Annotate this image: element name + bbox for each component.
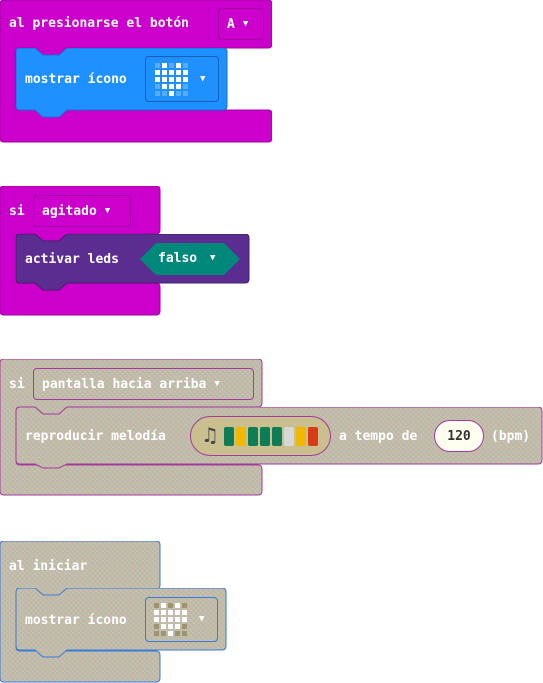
led-pixel — [161, 617, 166, 622]
shake-if-label: si — [9, 204, 25, 219]
led-pixel — [155, 62, 160, 68]
melody-note-bar — [296, 427, 306, 446]
led-pixel — [168, 624, 173, 629]
led-pixel — [168, 603, 173, 608]
led-pixel — [154, 631, 159, 636]
led-pixel — [168, 610, 173, 615]
gesture-value: agitado — [42, 203, 97, 219]
melody-note-bar — [260, 427, 270, 446]
led-pixel — [155, 76, 160, 82]
boolean-value: falso — [158, 251, 198, 266]
show-icon-block[interactable]: mostrar ícono ▼ — [16, 588, 228, 658]
led-pixel — [183, 83, 188, 89]
chevron-down-icon: ▼ — [200, 73, 206, 84]
led-pixel — [168, 617, 173, 622]
led-pixel — [162, 83, 167, 89]
led-pixel — [183, 76, 188, 82]
led-pixel — [161, 603, 166, 608]
led-pixel — [161, 631, 166, 636]
led-pixel — [169, 69, 174, 75]
led-pixel — [161, 624, 166, 629]
led-pixel — [169, 90, 174, 96]
tempo-input[interactable]: 120 — [434, 420, 484, 452]
led-pixel — [176, 90, 181, 96]
chevron-down-icon: ▼ — [242, 18, 249, 29]
led-pixel — [175, 631, 180, 636]
gesture-dropdown[interactable]: agitado ▼ — [33, 195, 131, 227]
button-pressed-event-block[interactable]: al presionarse el botón A ▼ mostrar ícon… — [0, 0, 272, 143]
gesture-value: pantalla hacia arriba — [42, 376, 207, 392]
boolean-false-dropdown[interactable]: falso ▼ — [140, 243, 240, 275]
melody-note-bar — [308, 427, 318, 446]
led-pixel — [162, 69, 167, 75]
enable-leds-block[interactable]: activar leds falso ▼ — [16, 234, 252, 292]
music-note-icon: ♫ — [201, 423, 219, 447]
chevron-down-icon: ▼ — [199, 614, 205, 624]
led-pixel — [182, 603, 187, 608]
led-pixel — [183, 90, 188, 96]
show-icon-block[interactable]: mostrar ícono ▼ — [16, 48, 228, 118]
led-pixel — [169, 62, 174, 68]
button-pressed-label: al presionarse el botón — [9, 16, 190, 31]
heart-icon — [155, 62, 188, 96]
show-icon-label: mostrar ícono — [25, 613, 127, 628]
icon-picker-dropdown[interactable]: ▼ — [145, 597, 218, 642]
melody-notes — [224, 427, 318, 446]
led-pixel — [168, 631, 173, 636]
show-icon-label: mostrar ícono — [25, 72, 127, 87]
enable-leds-label: activar leds — [25, 252, 119, 267]
heart-icon — [154, 603, 187, 636]
melody-note-bar — [236, 427, 246, 446]
screen-up-if-label: si — [9, 377, 25, 392]
led-pixel — [162, 90, 167, 96]
led-pixel — [182, 617, 187, 622]
led-pixel — [183, 69, 188, 75]
tempo-label: a tempo de — [339, 429, 418, 444]
led-pixel — [176, 62, 181, 68]
led-pixel — [162, 62, 167, 68]
led-pixel — [182, 624, 187, 629]
tempo-value: 120 — [447, 428, 471, 444]
led-pixel — [182, 610, 187, 615]
play-melody-label: reproducir melodía — [25, 429, 166, 444]
chevron-down-icon: ▼ — [104, 205, 111, 216]
led-pixel — [155, 69, 160, 75]
chevron-down-icon: ▼ — [210, 253, 216, 263]
led-pixel — [175, 610, 180, 615]
melody-note-bar — [224, 427, 234, 446]
led-pixel — [182, 631, 187, 636]
chevron-down-icon: ▼ — [214, 378, 220, 389]
play-melody-block[interactable]: reproducir melodía ♫ a tempo de 120 (bpm… — [16, 407, 543, 469]
led-pixel — [155, 90, 160, 96]
led-pixel — [154, 624, 159, 629]
gesture-dropdown[interactable]: pantalla hacia arriba ▼ — [33, 368, 254, 400]
button-selector-dropdown[interactable]: A ▼ — [218, 8, 264, 40]
melody-picker[interactable]: ♫ — [190, 416, 331, 456]
led-pixel — [154, 603, 159, 608]
led-pixel — [176, 69, 181, 75]
led-pixel — [155, 83, 160, 89]
led-pixel — [154, 610, 159, 615]
led-pixel — [162, 76, 167, 82]
led-pixel — [176, 83, 181, 89]
icon-picker-dropdown[interactable]: ▼ — [145, 56, 219, 102]
led-pixel — [176, 76, 181, 82]
led-pixel — [161, 610, 166, 615]
led-pixel — [175, 624, 180, 629]
melody-note-bar — [248, 427, 258, 446]
on-start-label: al iniciar — [9, 559, 88, 574]
melody-note-bar — [272, 427, 282, 446]
bpm-unit-label: (bpm) — [491, 429, 531, 444]
led-pixel — [154, 617, 159, 622]
button-selector-value: A — [227, 16, 235, 32]
led-pixel — [175, 603, 180, 608]
led-pixel — [175, 617, 180, 622]
melody-note-bar — [284, 427, 294, 446]
led-pixel — [169, 83, 174, 89]
led-pixel — [169, 76, 174, 82]
led-pixel — [183, 62, 188, 68]
